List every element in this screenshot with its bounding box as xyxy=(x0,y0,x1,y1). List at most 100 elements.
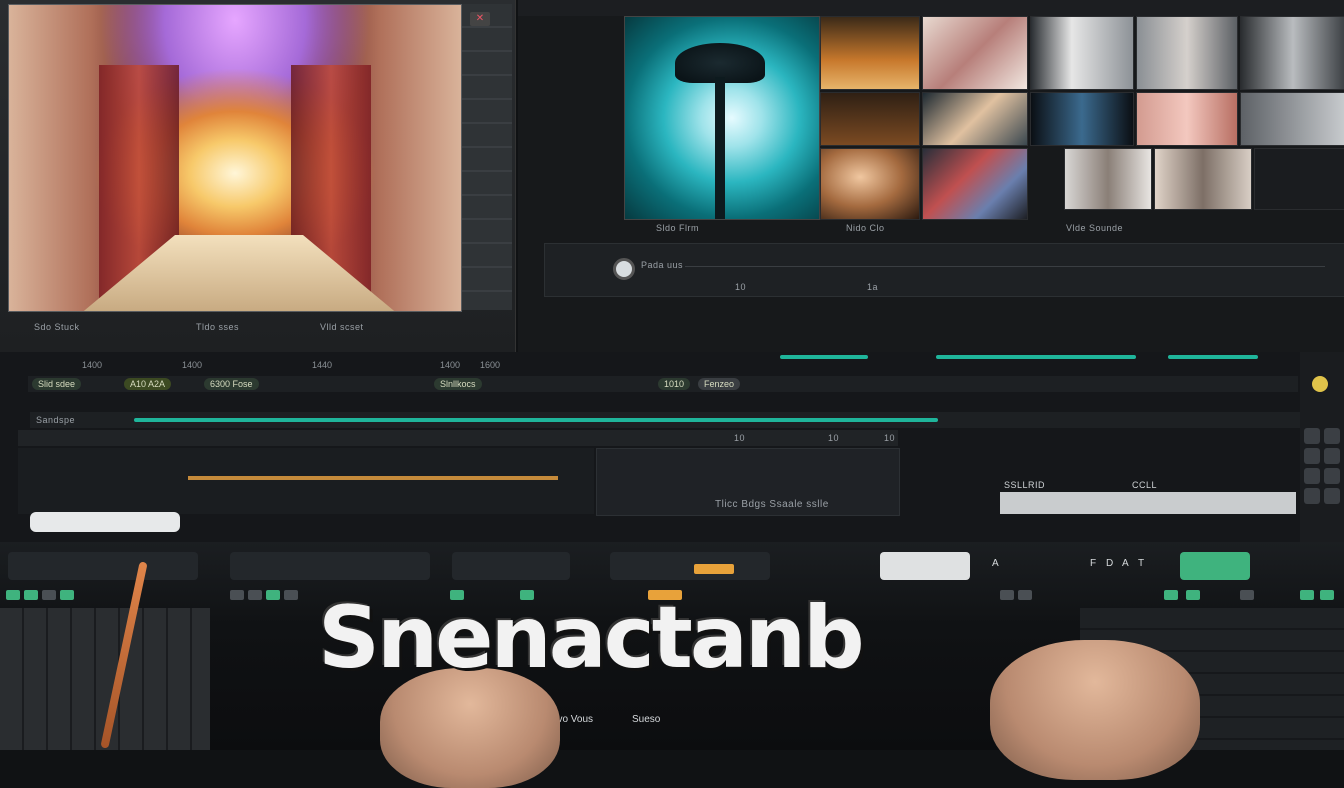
source-video-frame[interactable] xyxy=(8,4,462,312)
toolbar-chip[interactable]: Slid sdee xyxy=(32,378,82,390)
status-field[interactable]: SSLLRID CCLL xyxy=(1000,480,1296,514)
tool-button[interactable] xyxy=(1324,428,1340,444)
media-thumb[interactable] xyxy=(1154,148,1252,210)
status-label-2: CCLL xyxy=(1132,480,1158,490)
console-glyph: D xyxy=(1106,558,1114,569)
console-glyph: A xyxy=(1122,558,1129,569)
info-label-1: Sldo Flrm xyxy=(656,223,700,233)
track-mark: 10 xyxy=(734,433,746,443)
console-key[interactable] xyxy=(1186,590,1200,600)
preview-mark-1: 10 xyxy=(735,282,747,292)
tool-button[interactable] xyxy=(1304,488,1320,504)
program-monitor[interactable] xyxy=(624,16,820,220)
timeline-toolbar: Slid sdee A10 A2A 6300 Fose Slnllkocs 10… xyxy=(28,376,1298,392)
ruler-tick: 1400 xyxy=(182,360,203,370)
console-key[interactable] xyxy=(1000,590,1014,600)
timeline-marker xyxy=(780,355,868,359)
console-key[interactable] xyxy=(42,590,56,600)
source-caption-3: Vlld scset xyxy=(320,322,364,332)
audio-track-lane[interactable] xyxy=(18,448,594,514)
console-key[interactable] xyxy=(1320,590,1334,600)
close-icon[interactable]: ✕ xyxy=(470,12,490,26)
media-thumb[interactable] xyxy=(922,16,1028,90)
info-label-2: Nido Clo xyxy=(846,223,885,233)
toolbar-chip[interactable]: A10 A2A xyxy=(124,378,172,390)
media-thumb[interactable] xyxy=(1136,92,1238,146)
media-thumb[interactable] xyxy=(1136,16,1238,90)
info-label-3: Vlde Sounde xyxy=(1066,223,1124,233)
tool-button[interactable] xyxy=(1304,428,1320,444)
audio-track-header: 10 10 10 xyxy=(18,430,898,446)
preview-label: Pada uus xyxy=(641,260,684,270)
audio-clip-bar[interactable] xyxy=(188,476,558,480)
console-key[interactable] xyxy=(6,590,20,600)
console-transport[interactable] xyxy=(230,552,430,580)
source-caption-1: Sdo Stuck xyxy=(34,322,80,332)
preview-waveline xyxy=(685,266,1325,267)
media-thumb[interactable] xyxy=(820,16,920,90)
console-key[interactable] xyxy=(1300,590,1314,600)
console-key[interactable] xyxy=(1018,590,1032,600)
tool-button[interactable] xyxy=(1324,488,1340,504)
toolbar-chip[interactable]: Slnllkocs xyxy=(434,378,482,390)
media-thumb[interactable] xyxy=(922,92,1028,146)
console-key[interactable] xyxy=(284,590,298,600)
media-thumb[interactable] xyxy=(1254,148,1344,210)
media-thumb[interactable] xyxy=(1030,92,1134,146)
video-track[interactable]: Sandspe xyxy=(30,412,1300,428)
console-glyph: T xyxy=(1138,558,1145,569)
timeline-panel: 1400 1400 1440 1400 1600 Slid sdee A10 A… xyxy=(0,352,1300,542)
source-caption-2: Tldo sses xyxy=(196,322,240,332)
cable-connector xyxy=(30,512,180,532)
console-key[interactable] xyxy=(24,590,38,600)
overlay-title: Snenactanb xyxy=(318,588,865,688)
media-thumb[interactable] xyxy=(820,148,920,220)
console-key[interactable] xyxy=(1164,590,1178,600)
right-tool-column xyxy=(1300,352,1344,542)
ruler-tick: 1400 xyxy=(440,360,461,370)
console-jog-panel[interactable] xyxy=(610,552,770,580)
console-key[interactable] xyxy=(1240,590,1254,600)
marker-button[interactable] xyxy=(1312,376,1328,392)
white-button[interactable] xyxy=(880,552,970,580)
orange-button[interactable] xyxy=(694,564,734,574)
toolbar-chip[interactable]: 6300 Fose xyxy=(204,378,259,390)
tool-button[interactable] xyxy=(1304,448,1320,464)
green-button[interactable] xyxy=(1180,552,1250,580)
tool-button[interactable] xyxy=(1304,468,1320,484)
tool-button[interactable] xyxy=(1324,468,1340,484)
console-key[interactable] xyxy=(60,590,74,600)
console-glyph: F xyxy=(1090,558,1097,569)
audio-preview-bar[interactable]: Pada uus 10 1a xyxy=(544,243,1344,297)
media-thumb[interactable] xyxy=(1064,148,1152,210)
timeline-marker xyxy=(936,355,1136,359)
deck-label-2: Sueso xyxy=(632,714,661,725)
source-viewer-panel: ✕ Sdo Stuck Tldo sses Vlld scset xyxy=(0,0,516,352)
ruler-tick: 1600 xyxy=(480,360,501,370)
panel-top-strip xyxy=(518,0,1344,16)
timeline-marker xyxy=(1168,355,1258,359)
console-key[interactable] xyxy=(248,590,262,600)
toolbar-chip[interactable]: Fenzeo xyxy=(698,378,741,390)
status-label-1: SSLLRID xyxy=(1004,480,1046,490)
track-mark: 10 xyxy=(828,433,840,443)
tool-button[interactable] xyxy=(1324,448,1340,464)
media-thumb[interactable] xyxy=(1240,92,1344,146)
console-key[interactable] xyxy=(266,590,280,600)
ruler-tick: 1400 xyxy=(82,360,103,370)
track-clip-bar[interactable] xyxy=(134,418,938,422)
lamp-stem xyxy=(715,77,725,219)
source-side-scrollbar[interactable] xyxy=(462,4,512,310)
media-thumb[interactable] xyxy=(820,92,920,146)
console-transport[interactable] xyxy=(452,552,570,580)
media-thumb[interactable] xyxy=(922,148,1028,220)
track-label: Sandspe xyxy=(36,415,76,425)
media-thumb[interactable] xyxy=(1240,16,1344,90)
clip-inspector[interactable]: Tlicc Bdgs Ssaale sslle xyxy=(596,448,900,516)
media-thumb[interactable] xyxy=(1030,16,1134,90)
console-key[interactable] xyxy=(230,590,244,600)
record-button[interactable] xyxy=(613,258,635,280)
ruler-tick: 1440 xyxy=(312,360,333,370)
toolbar-chip[interactable]: 1010 xyxy=(658,378,691,390)
clip-info-bar: Sldo Flrm Nido Clo Vlde Sounde xyxy=(546,218,1344,240)
